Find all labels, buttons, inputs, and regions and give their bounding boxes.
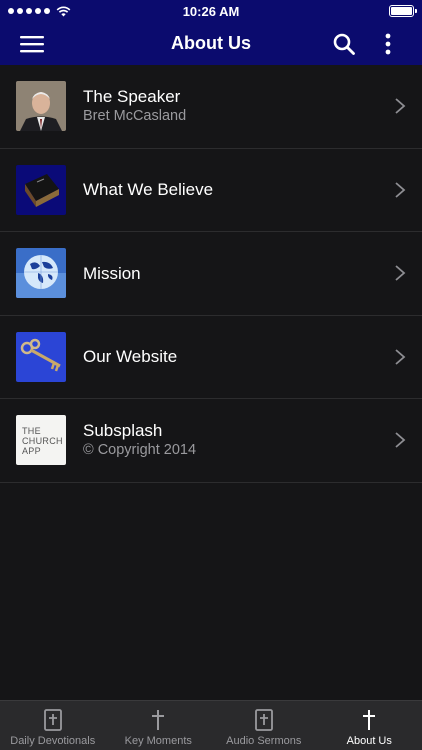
list-item-title: The Speaker (83, 87, 181, 107)
list-item-texts: Subsplash © Copyright 2014 (83, 420, 196, 460)
tab-key-moments[interactable]: Key Moments (106, 701, 212, 750)
tab-bar: Daily Devotionals Key Moments Audio Serm… (0, 700, 422, 750)
chevron-right-icon (395, 98, 406, 114)
cross-icon (152, 710, 165, 730)
list-item-speaker[interactable]: The Speaker Bret McCasland (0, 65, 422, 149)
list-item-mission[interactable]: Mission (0, 232, 422, 316)
wifi-icon (56, 6, 71, 16)
signal-wifi-group (8, 6, 71, 17)
list-item-title: What We Believe (83, 180, 214, 200)
list-item-texts: Our Website (83, 346, 177, 367)
chevron-right-icon (395, 265, 406, 281)
tab-label: Key Moments (124, 735, 192, 747)
tab-audio-sermons[interactable]: Audio Sermons (211, 701, 317, 750)
tab-label: Daily Devotionals (10, 735, 96, 747)
list-item-title: Subsplash (83, 421, 163, 441)
list-item-texts: What We Believe (83, 179, 213, 200)
about-list: The Speaker Bret McCasland What We Belie… (0, 65, 422, 483)
tab-label: About Us (346, 735, 392, 747)
chevron-right-icon (395, 349, 406, 365)
list-item-subtitle: © Copyright 2014 (83, 442, 197, 459)
list-item-beliefs[interactable]: What We Believe (0, 149, 422, 232)
more-options-button[interactable] (366, 22, 410, 65)
church-app-logo: THE CHURCH APP (16, 415, 66, 466)
menu-button[interactable] (10, 22, 54, 65)
cross-icon (363, 710, 376, 730)
tab-daily-devotionals[interactable]: Daily Devotionals (0, 701, 106, 750)
chevron-right-icon (395, 182, 406, 198)
list-item-website[interactable]: Our Website (0, 316, 422, 399)
bible-icon (254, 709, 273, 731)
bible-thumbnail (16, 164, 66, 215)
search-button[interactable] (322, 22, 366, 65)
bible-icon (43, 709, 62, 731)
signal-icon (8, 8, 50, 14)
globe-thumbnail (16, 248, 66, 299)
chevron-right-icon (395, 432, 406, 448)
list-item-texts: Mission (83, 263, 141, 284)
page-title: About Us (171, 33, 251, 53)
search-icon (333, 33, 355, 55)
status-bar: 10:26 AM (0, 0, 422, 22)
key-thumbnail (16, 331, 66, 382)
battery-icon (389, 5, 417, 17)
list-item-title: Our Website (83, 347, 178, 367)
navigation-bar: About Us (0, 22, 422, 65)
speaker-photo (16, 81, 66, 132)
vertical-dots-icon (385, 33, 391, 54)
hamburger-menu-icon (20, 35, 44, 52)
list-item-title: Mission (83, 263, 141, 283)
tab-about-us[interactable]: About Us (317, 701, 422, 750)
list-item-subtitle: Bret McCasland (83, 108, 187, 125)
tab-label: Audio Sermons (226, 735, 302, 747)
list-item-texts: The Speaker Bret McCasland (83, 86, 186, 126)
list-item-subsplash[interactable]: THE CHURCH APP Subsplash © Copyright 2014 (0, 399, 422, 483)
